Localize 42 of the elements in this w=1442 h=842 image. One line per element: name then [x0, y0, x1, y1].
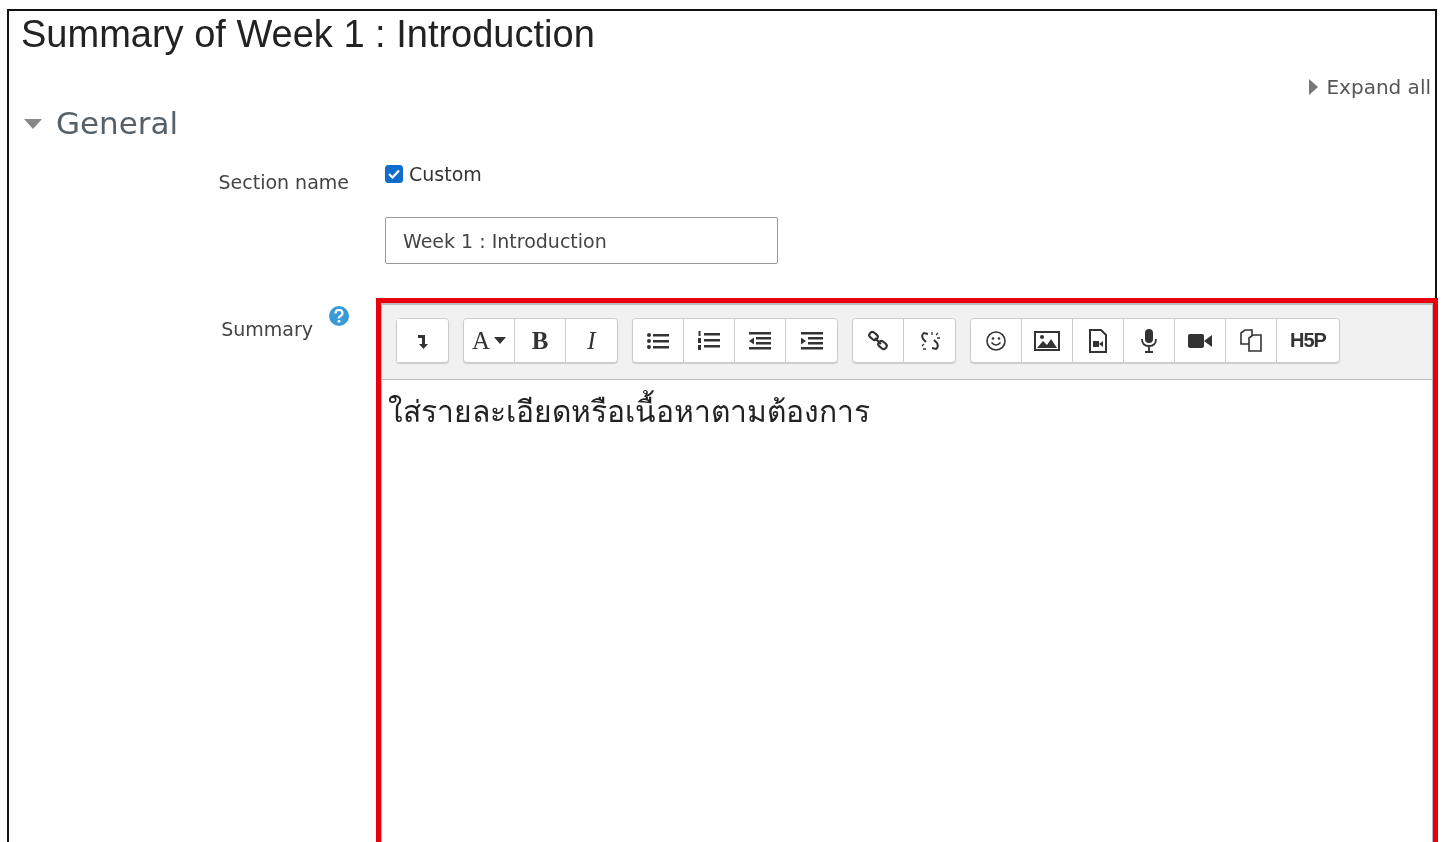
- video-camera-button[interactable]: [1175, 319, 1226, 362]
- page-title: Summary of Week 1 : Introduction: [21, 12, 595, 57]
- numbered-list-button[interactable]: [684, 319, 735, 362]
- video-file-icon: [1087, 328, 1109, 353]
- collapse-caret-icon[interactable]: [24, 118, 42, 129]
- smiley-icon: [985, 329, 1007, 352]
- microphone-icon: [1140, 327, 1158, 354]
- expand-all-link[interactable]: Expand all: [1309, 75, 1431, 99]
- field-label: Summary: [221, 318, 313, 340]
- video-camera-icon: [1187, 331, 1213, 350]
- bold-button[interactable]: B: [515, 319, 566, 362]
- link-button[interactable]: [853, 319, 904, 362]
- font-button[interactable]: A: [464, 319, 515, 362]
- link-icon: [867, 329, 889, 352]
- image-icon: [1034, 329, 1060, 352]
- image-button[interactable]: [1022, 319, 1073, 362]
- microphone-button[interactable]: [1124, 319, 1175, 362]
- outdent-button[interactable]: [735, 319, 786, 362]
- smiley-button[interactable]: [971, 319, 1022, 362]
- broken-link-button[interactable]: [904, 319, 955, 362]
- custom-checkbox[interactable]: Custom: [385, 163, 1435, 185]
- video-file-button[interactable]: [1073, 319, 1124, 362]
- section-heading[interactable]: General: [56, 105, 179, 141]
- indent-icon: [799, 330, 824, 351]
- copy-files-icon: [1239, 328, 1263, 353]
- copy-files-button[interactable]: [1226, 319, 1277, 362]
- caret-icon: [494, 336, 507, 345]
- italic-button[interactable]: I: [566, 319, 617, 362]
- section-name-field[interactable]: Week 1 : Introduction: [385, 217, 778, 264]
- bullet-list-button[interactable]: [633, 319, 684, 362]
- toggle-button[interactable]: [397, 319, 448, 362]
- indent-button[interactable]: [786, 319, 837, 362]
- editor-content[interactable]: ใส่รายละเอียดหรือเนื้อหาตามต้องการ: [381, 380, 1433, 842]
- caret-icon: [1309, 79, 1319, 95]
- broken-link-icon: [918, 329, 941, 352]
- h5p-button[interactable]: H5P: [1277, 319, 1339, 362]
- field-label: Section name: [218, 171, 349, 193]
- help-icon[interactable]: [329, 306, 349, 326]
- numbered-list-icon: [697, 329, 721, 352]
- bullet-list-icon: [646, 330, 670, 351]
- checkmark-icon: [388, 169, 400, 179]
- outdent-icon: [748, 330, 772, 351]
